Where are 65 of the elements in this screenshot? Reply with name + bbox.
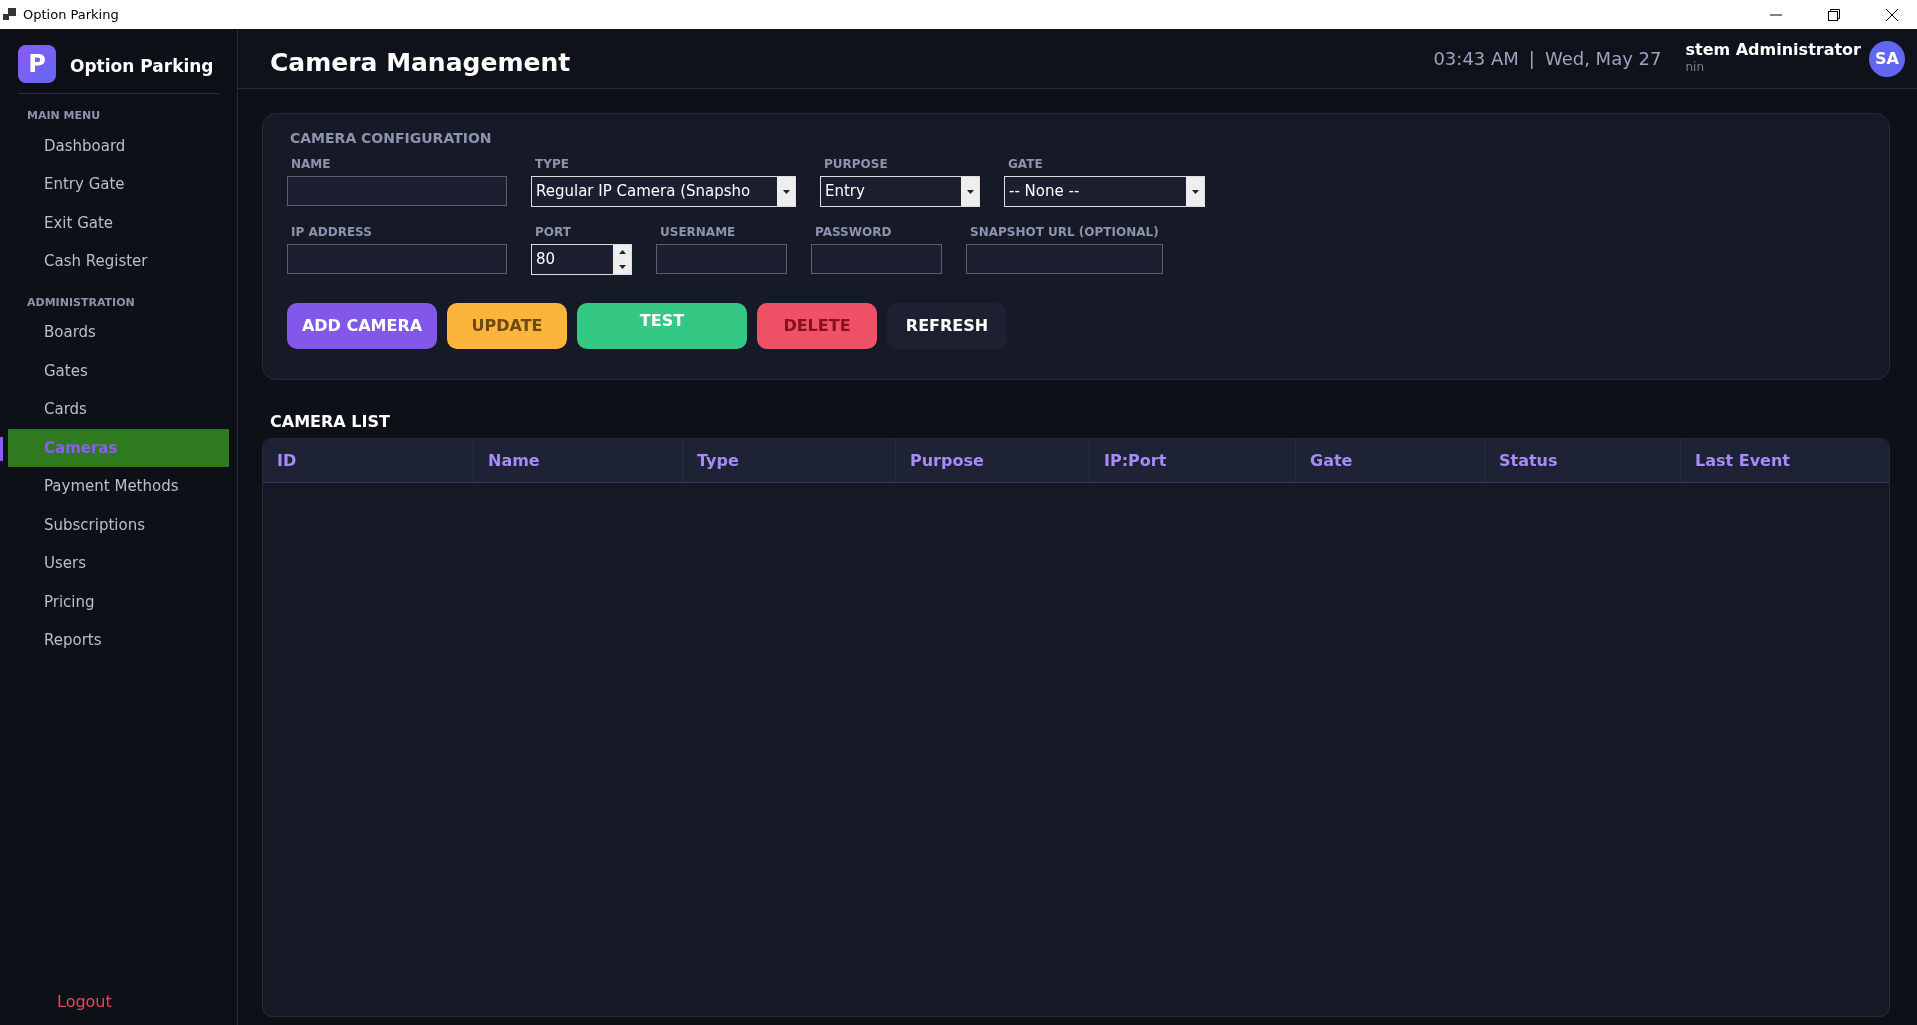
- logo-icon: P: [18, 45, 56, 83]
- sidebar-item[interactable]: Cards: [8, 390, 229, 429]
- page-title: Camera Management: [270, 46, 571, 79]
- field-label: PURPOSE: [824, 156, 889, 173]
- field-label: NAME: [291, 156, 332, 173]
- sidebar-item[interactable]: Subscriptions: [8, 505, 229, 544]
- dropdown-field[interactable]: Regular IP Camera (Snapsho: [531, 176, 796, 207]
- brand-name: Option Parking: [70, 55, 214, 79]
- column-header[interactable]: Status: [1485, 439, 1681, 482]
- sidebar-item[interactable]: Dashboard: [8, 126, 229, 165]
- sidebar-item[interactable]: Exit Gate: [8, 203, 229, 242]
- sidebar-item[interactable]: Reports: [8, 621, 229, 660]
- section-heading: MAIN MENU: [27, 108, 102, 124]
- column-header[interactable]: Last Event: [1681, 439, 1889, 482]
- section-heading: ADMINISTRATION: [27, 294, 136, 311]
- sidebar-item[interactable]: Cash Register: [8, 242, 229, 281]
- add-camera-button[interactable]: ADD CAMERA: [287, 303, 437, 349]
- input-field[interactable]: [656, 244, 787, 274]
- caret-icon[interactable]: [782, 189, 790, 194]
- field-label: IP ADDRESS: [291, 224, 373, 241]
- column-header[interactable]: Type: [683, 439, 896, 482]
- close-icon[interactable]: [1885, 7, 1899, 22]
- field-label: PORT: [535, 224, 572, 241]
- user-avatar[interactable]: SA: [1869, 40, 1905, 77]
- down-arrow-icon[interactable]: [618, 264, 626, 269]
- column-header[interactable]: Gate: [1296, 439, 1485, 482]
- sidebar-item[interactable]: Users: [8, 544, 229, 583]
- input-field[interactable]: [966, 244, 1163, 274]
- selection-marker: [0, 436, 3, 461]
- column-header[interactable]: Purpose: [896, 439, 1090, 482]
- column-header[interactable]: ID: [263, 439, 474, 482]
- sidebar-item[interactable]: Payment Methods: [8, 467, 229, 506]
- time-text: 03:43 AM: [1433, 47, 1519, 71]
- sidebar-item[interactable]: Pricing: [8, 582, 229, 621]
- input-field[interactable]: [287, 176, 507, 206]
- field-label: GATE: [1008, 156, 1044, 173]
- update-button[interactable]: UPDATE: [447, 303, 567, 349]
- app-icon: [3, 8, 17, 21]
- number-field[interactable]: 80: [531, 244, 632, 275]
- dropdown-field[interactable]: -- None --: [1004, 176, 1205, 207]
- logout-link[interactable]: Logout: [51, 989, 237, 1015]
- sidebar-item[interactable]: Boards: [8, 313, 229, 352]
- field-label: TYPE: [535, 156, 570, 173]
- sidebar-item[interactable]: Gates: [8, 351, 229, 390]
- section-title: CAMERA LIST: [270, 411, 391, 433]
- caret-icon[interactable]: [966, 189, 974, 194]
- column-header[interactable]: IP:Port: [1090, 439, 1296, 482]
- date-text: Wed, May 27: [1544, 47, 1662, 71]
- restore-icon[interactable]: [1827, 7, 1841, 22]
- field-label: SNAPSHOT URL (OPTIONAL): [970, 224, 1160, 241]
- user-name: stem Administrator: [1685, 40, 1861, 59]
- up-arrow-icon[interactable]: [618, 250, 626, 255]
- window-title: Option Parking: [23, 5, 119, 24]
- input-field[interactable]: [287, 244, 507, 274]
- user-role: nin: [1685, 59, 1705, 77]
- input-field[interactable]: [811, 244, 942, 274]
- field-label: USERNAME: [660, 224, 737, 241]
- field-label: PASSWORD: [815, 224, 893, 241]
- separator-text: |: [1528, 47, 1535, 71]
- caret-icon[interactable]: [1191, 189, 1199, 194]
- column-header[interactable]: Name: [474, 439, 683, 482]
- section-title: CAMERA CONFIGURATION: [290, 129, 493, 148]
- refresh-button[interactable]: REFRESH: [887, 303, 1007, 349]
- sidebar-item[interactable]: Entry Gate: [8, 165, 229, 204]
- dropdown-field[interactable]: Entry: [820, 176, 980, 207]
